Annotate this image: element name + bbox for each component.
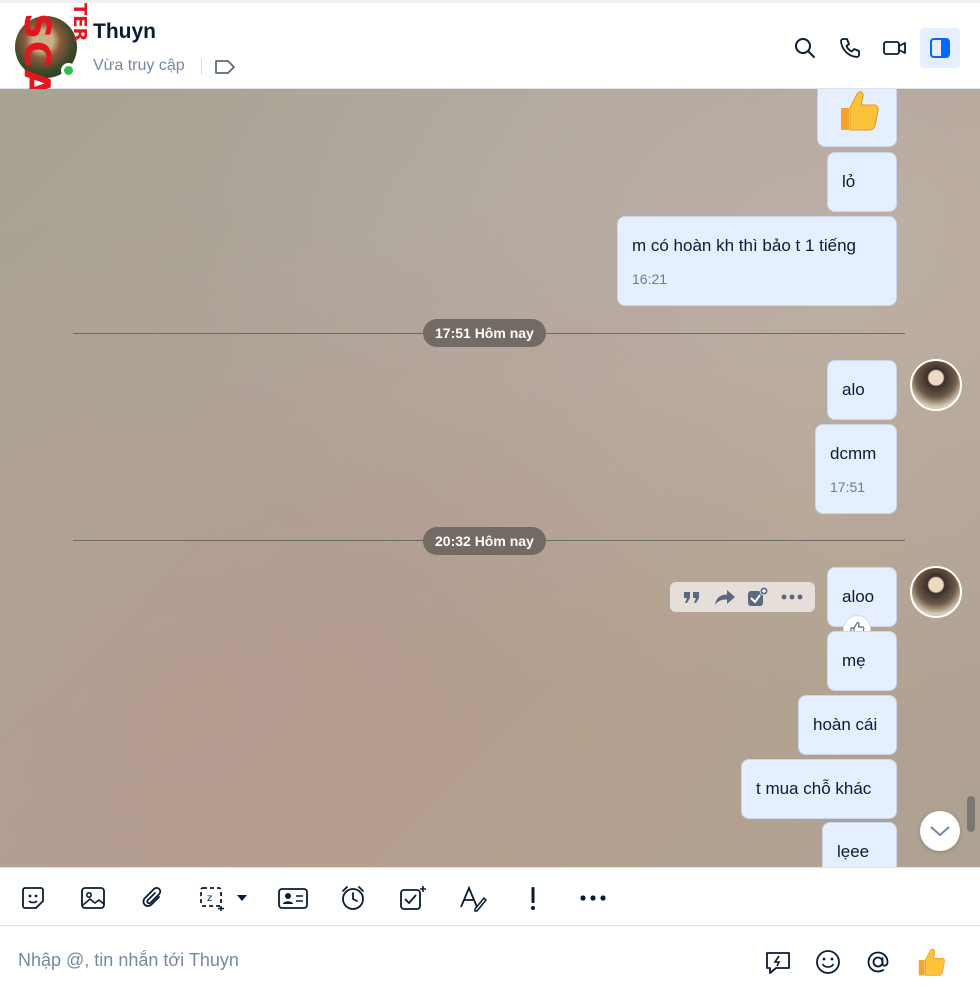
attach-file-button[interactable] [135, 880, 171, 916]
phone-icon [840, 38, 860, 58]
message-bubble[interactable]: lỏ [827, 152, 897, 212]
date-divider: 20:32 Hôm nay [423, 527, 546, 555]
message-actions-bar [670, 582, 815, 612]
emoji-smile-icon [816, 950, 840, 974]
thumbs-up-icon [841, 91, 879, 131]
format-text-button[interactable] [455, 880, 491, 916]
scrollbar-thumb[interactable] [967, 796, 975, 832]
sidebar-panel-icon [930, 38, 950, 58]
mention-button[interactable] [860, 944, 896, 980]
message-bubble[interactable]: lẹee [822, 822, 897, 867]
send-contact-card-button[interactable] [275, 880, 311, 916]
emoji-button[interactable] [810, 944, 846, 980]
chat-header: SCAM.INFO TER Thuyn Vừa truy cập [0, 0, 980, 259]
send-image-button[interactable] [75, 880, 111, 916]
composer-toolbar: z [0, 867, 980, 926]
date-divider: 17:51 Hôm nay [423, 319, 546, 347]
message-list[interactable]: lỏ m có hoàn kh thì bảo t 1 tiếng 16:21 … [0, 89, 980, 867]
message-text: dcmm [830, 443, 877, 463]
message-text: alo [842, 380, 865, 399]
screenshot-button[interactable]: z [195, 880, 255, 916]
message-text: hoàn cái [813, 715, 878, 734]
sender-avatar[interactable] [910, 359, 962, 411]
online-status-dot [61, 63, 76, 78]
message-bubble[interactable]: m có hoàn kh thì bảo t 1 tiếng 16:21 [617, 216, 897, 306]
tag-icon[interactable] [214, 58, 236, 81]
message-bubble[interactable]: mẹ [827, 631, 897, 691]
add-task-icon[interactable] [747, 587, 769, 607]
screenshot-icon: z [200, 887, 247, 911]
message-bubble[interactable]: alo [827, 360, 897, 420]
sticker-message[interactable] [817, 89, 897, 147]
contact-status: Vừa truy cập [93, 57, 185, 74]
message-text: aloo [842, 587, 875, 606]
more-dots-icon [580, 895, 606, 901]
watermark-small-text: TER [69, 3, 90, 42]
send-like-button[interactable] [913, 944, 949, 980]
quick-message-icon [766, 952, 790, 974]
search-button[interactable] [785, 28, 825, 68]
status-separator [201, 59, 202, 75]
search-icon [795, 38, 815, 58]
svg-text:z: z [207, 893, 212, 904]
task-check-icon [400, 886, 426, 910]
thumbs-up-icon [918, 948, 945, 976]
message-bubble[interactable]: hoàn cái [798, 695, 897, 755]
video-camera-icon [883, 41, 906, 55]
message-time: 17:51 [830, 478, 866, 495]
mark-urgent-button[interactable] [515, 880, 551, 916]
reminder-button[interactable] [335, 880, 371, 916]
paperclip-icon [142, 886, 162, 907]
message-text: mẹ [842, 651, 866, 670]
toggle-sidebar-button[interactable] [920, 28, 960, 68]
sticker-button[interactable] [15, 880, 51, 916]
sender-avatar[interactable] [910, 566, 962, 618]
sticker-icon [22, 887, 44, 909]
message-text: lẹee [837, 842, 870, 861]
quote-reply-icon[interactable] [682, 588, 702, 606]
alarm-clock-icon [342, 886, 364, 910]
message-text: t mua chỗ khác [756, 779, 872, 798]
message-composer [0, 926, 980, 987]
contact-card-icon [278, 888, 308, 909]
image-icon [81, 887, 105, 909]
contact-name[interactable]: Thuyn [93, 20, 156, 44]
message-text: m có hoàn kh thì bảo t 1 tiếng [632, 235, 856, 255]
forward-icon[interactable] [714, 588, 736, 606]
scroll-to-bottom-button[interactable] [920, 811, 960, 851]
at-sign-icon [867, 951, 889, 973]
more-options-icon[interactable] [781, 594, 803, 600]
chevron-down-icon [930, 826, 950, 837]
text-format-icon [460, 885, 488, 912]
video-call-button[interactable] [875, 28, 915, 68]
message-time: 16:21 [632, 270, 668, 287]
more-tools-button[interactable] [575, 880, 611, 916]
voice-call-button[interactable] [830, 28, 870, 68]
message-input[interactable] [18, 950, 718, 971]
message-bubble[interactable]: dcmm 17:51 [815, 424, 897, 514]
assign-task-button[interactable] [395, 880, 431, 916]
exclamation-icon [531, 887, 535, 910]
message-text: lỏ [842, 172, 856, 191]
message-bubble[interactable]: t mua chỗ khác [741, 759, 897, 819]
quick-message-button[interactable] [760, 944, 796, 980]
